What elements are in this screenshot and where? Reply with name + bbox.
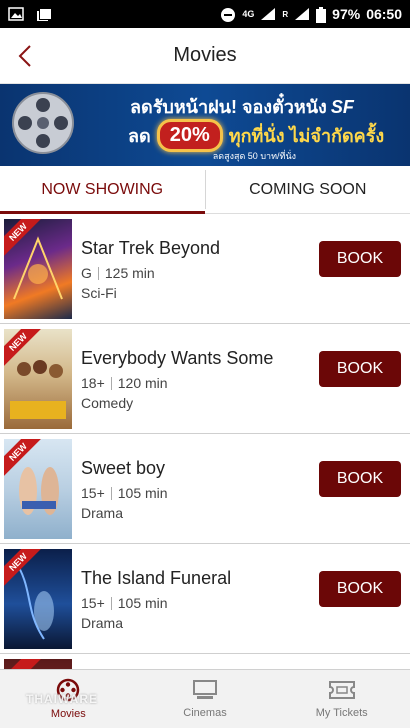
- movie-meta: G 125 min: [81, 265, 220, 281]
- signal-icon-2: [294, 7, 310, 21]
- list-item[interactable]: NEW Star Trek Beyond G 125 min Sci-Fi BO…: [0, 214, 410, 324]
- movie-poster[interactable]: [4, 659, 72, 669]
- list-item[interactable]: NEW Everybody Wants Some 18+ 120 min Com…: [0, 324, 410, 434]
- film-reel-icon: [12, 92, 74, 154]
- nav-movies-label: Movies: [50, 708, 86, 720]
- list-item[interactable]: [0, 654, 410, 669]
- meta-divider: [97, 266, 99, 280]
- movie-title[interactable]: The Island Funeral: [81, 568, 231, 589]
- meta-divider: [110, 596, 112, 610]
- movie-info: Star Trek Beyond G 125 min Sci-Fi: [81, 238, 220, 301]
- tab-now-showing[interactable]: NOW SHOWING: [0, 166, 205, 214]
- nav-cinemas-label: Cinemas: [183, 707, 227, 719]
- movie-rating: 18+: [81, 375, 105, 391]
- book-button[interactable]: BOOK: [319, 351, 401, 387]
- list-item[interactable]: NEW Sweet boy 15+ 105 min Drama BOOK: [0, 434, 410, 544]
- book-button[interactable]: BOOK: [319, 461, 401, 497]
- movie-poster[interactable]: NEW: [4, 549, 72, 649]
- list-item[interactable]: NEW The Island Funeral 15+ 105 min Drama…: [0, 544, 410, 654]
- movie-rating: 15+: [81, 485, 105, 501]
- movie-runtime: 105 min: [117, 595, 168, 611]
- movie-runtime: 120 min: [117, 375, 168, 391]
- meta-divider: [110, 486, 112, 500]
- movie-genre: Comedy: [81, 395, 134, 411]
- chevron-left-icon: [18, 45, 31, 67]
- new-badge: [4, 659, 46, 669]
- status-bar: 4G R 97% 06:50: [0, 0, 410, 28]
- network-type: 4G: [242, 9, 255, 19]
- movie-info: Sweet boy 15+ 105 min Drama: [81, 458, 168, 521]
- image-notification-icon: [8, 7, 24, 21]
- nav-my-tickets-label: My Tickets: [315, 707, 368, 719]
- signal-icon: [260, 7, 276, 21]
- movie-rating: 15+: [81, 595, 105, 611]
- tab-coming-soon[interactable]: COMING SOON: [206, 166, 410, 213]
- movie-genre: Drama: [81, 505, 124, 521]
- movie-info: Everybody Wants Some 18+ 120 min Comedy: [81, 348, 273, 411]
- movie-rating: G: [81, 265, 92, 281]
- nav-my-tickets[interactable]: My Tickets: [273, 670, 410, 728]
- banner-line1-text: ลดรับหน้าฝน! จองตั๋วหนัง: [130, 97, 327, 117]
- battery-icon: [316, 7, 327, 23]
- banner-headline: ลดรับหน้าฝน! จองตั๋วหนัง SF: [130, 92, 354, 121]
- movie-runtime: 105 min: [117, 485, 168, 501]
- watermark: THAIWARE: [26, 692, 98, 706]
- nav-cinemas[interactable]: Cinemas: [137, 670, 274, 728]
- banner-brand: SF: [330, 97, 354, 117]
- battery-level: 97%: [332, 6, 361, 22]
- cinema-screen-icon: [193, 680, 217, 699]
- movie-info: The Island Funeral 15+ 105 min Drama: [81, 568, 231, 631]
- banner-discount-badge: 20%: [156, 119, 223, 152]
- movie-list[interactable]: NEW Star Trek Beyond G 125 min Sci-Fi BO…: [0, 214, 410, 669]
- movie-genre: Drama: [81, 615, 124, 631]
- banner-line2-suffix: ทุกที่นั่ง ไม่จำกัดครั้ง: [228, 126, 385, 146]
- back-button[interactable]: [8, 38, 44, 74]
- movie-title[interactable]: Sweet boy: [81, 458, 168, 479]
- page-title: Movies: [173, 44, 237, 66]
- book-button[interactable]: BOOK: [319, 241, 401, 277]
- movie-genre: Sci-Fi: [81, 285, 117, 301]
- movie-meta: 15+ 105 min: [81, 485, 168, 501]
- banner-offer: ลด 20% ทุกที่นั่ง ไม่จำกัดครั้ง: [128, 119, 384, 152]
- tab-bar: NOW SHOWING COMING SOON: [0, 166, 410, 214]
- banner-line2-prefix: ลด: [128, 126, 151, 146]
- book-button[interactable]: BOOK: [319, 571, 401, 607]
- movie-poster[interactable]: NEW: [4, 219, 72, 319]
- promo-banner[interactable]: ลดรับหน้าฝน! จองตั๋วหนัง SF ลด 20% ทุกที่…: [0, 84, 410, 166]
- bottom-nav: Movies Cinemas My Tickets THAIWARE: [0, 669, 410, 728]
- movie-meta: 18+ 120 min: [81, 375, 273, 391]
- clock: 06:50: [366, 6, 402, 22]
- app-header: Movies: [0, 28, 410, 84]
- movie-title[interactable]: Star Trek Beyond: [81, 238, 220, 259]
- movie-poster[interactable]: NEW: [4, 439, 72, 539]
- do-not-disturb-icon: [220, 7, 236, 22]
- pages-notification-icon: [36, 7, 52, 21]
- roaming-indicator: R: [282, 9, 289, 19]
- movie-poster[interactable]: NEW: [4, 329, 72, 429]
- movie-meta: 15+ 105 min: [81, 595, 231, 611]
- banner-note: ลดสูงสุด 50 บาท/ที่นั่ง: [212, 151, 296, 161]
- meta-divider: [110, 376, 112, 390]
- movie-runtime: 125 min: [104, 265, 155, 281]
- ticket-icon: [328, 681, 355, 699]
- movie-title[interactable]: Everybody Wants Some: [81, 348, 273, 369]
